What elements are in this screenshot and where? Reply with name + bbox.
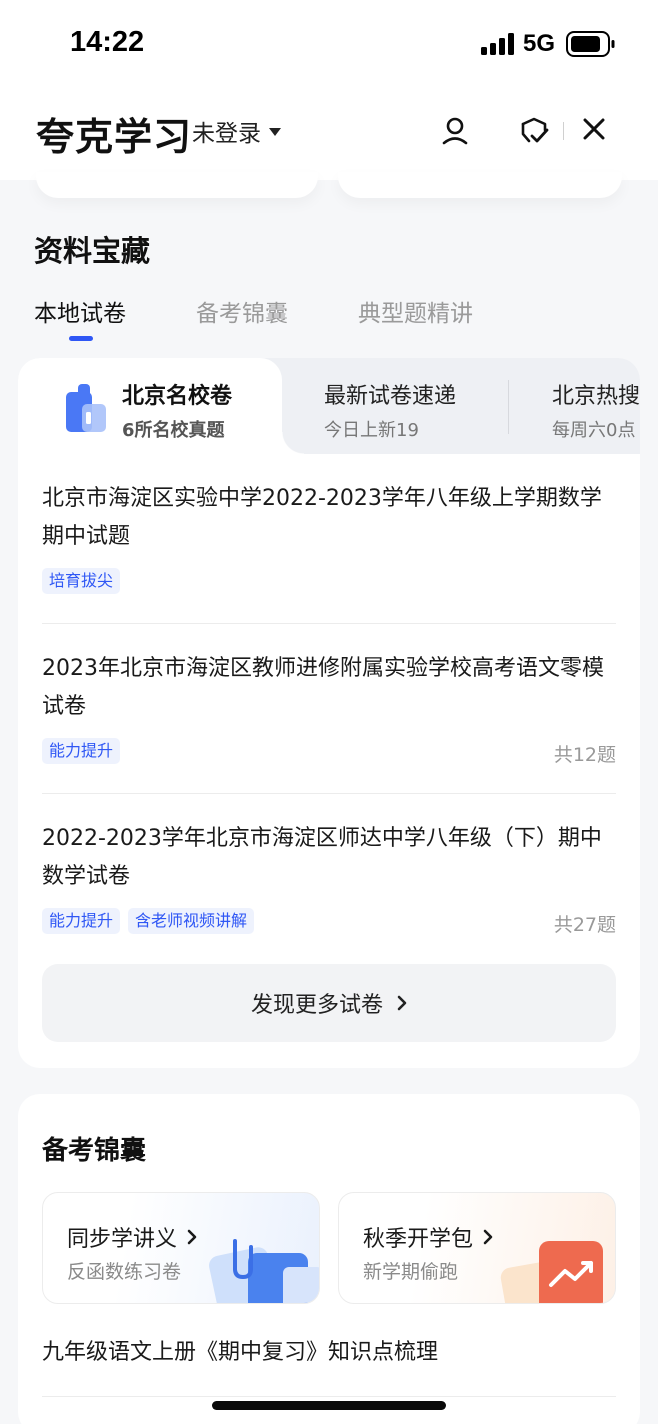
sub-tab-subtitle: 6所名校真题	[122, 420, 225, 441]
list-divider	[42, 623, 616, 624]
promo-subtitle: 反函数练习卷	[67, 1261, 182, 1283]
paper-tag: 含老师视频讲解	[128, 908, 255, 934]
paperclip-folder-icon	[209, 1239, 319, 1303]
status-bar: 14:22 5G	[0, 0, 658, 88]
paper-tag: 培育拔尖	[42, 568, 121, 594]
header-divider	[563, 122, 564, 140]
school-building-icon	[66, 384, 106, 432]
paper-tags: 培育拔尖	[42, 568, 616, 594]
active-tab-indicator	[69, 336, 93, 341]
sub-tab-beijing-hot[interactable]: 北京热搜 每周六0点	[528, 358, 640, 454]
tab-exam-prep[interactable]: 备考锦囊	[196, 294, 288, 328]
question-count: 共12题	[553, 744, 616, 766]
chevron-right-icon	[187, 1229, 197, 1245]
promo-title-text: 秋季开学包	[363, 1227, 474, 1252]
paper-title: 北京市海淀区实验中学2022-2023学年八年级上学期数学期中试题	[42, 486, 602, 549]
exam-prep-card: 备考锦囊 同步学讲义 反函数练习卷 秋季开学包 新学期偷跑 九年级语文上册《期中…	[18, 1094, 640, 1424]
question-count: 共27题	[553, 914, 616, 936]
promo-title-text: 同步学讲义	[67, 1227, 178, 1252]
promo-title: 秋季开学包	[363, 1221, 493, 1253]
list-divider	[42, 1396, 616, 1397]
promo-subtitle: 新学期偷跑	[363, 1261, 459, 1283]
chevron-right-icon	[483, 1229, 493, 1245]
tab-typical-questions[interactable]: 典型题精讲	[358, 294, 473, 328]
sub-tab-title: 北京名校卷	[122, 384, 233, 409]
sub-tab-subtitle: 今日上新19	[324, 420, 419, 441]
promo-sync-handouts[interactable]: 同步学讲义 反函数练习卷	[42, 1192, 320, 1304]
chevron-right-icon	[397, 995, 407, 1011]
peek-card-left	[36, 172, 318, 198]
home-indicator[interactable]	[212, 1401, 446, 1410]
status-time: 14:22	[70, 26, 145, 58]
login-status-label: 未登录	[192, 121, 261, 147]
trend-up-icon	[500, 1241, 603, 1303]
discover-more-label: 发现更多试卷	[250, 993, 383, 1018]
discover-more-button[interactable]: 发现更多试卷	[42, 964, 616, 1042]
cellular-signal-icon	[481, 33, 514, 55]
battery-icon	[566, 31, 615, 57]
sub-tab-beijing-schools[interactable]: 北京名校卷 6所名校真题	[18, 358, 304, 458]
peek-card-right	[338, 172, 622, 198]
paper-item[interactable]: 北京市海淀区实验中学2022-2023学年八年级上学期数学期中试题 培育拔尖	[42, 480, 616, 594]
paper-tag: 能力提升	[42, 908, 121, 934]
article-title[interactable]: 九年级语文上册《期中复习》知识点梳理	[42, 1334, 438, 1366]
sub-tab-title: 最新试卷速递	[324, 384, 457, 409]
user-icon[interactable]	[440, 116, 470, 146]
sub-tab-subtitle: 每周六0点	[552, 420, 636, 441]
paper-tags: 能力提升 含老师视频讲解	[42, 908, 616, 934]
promo-title: 同步学讲义	[67, 1221, 197, 1253]
paper-tag: 能力提升	[42, 738, 121, 764]
network-label: 5G	[523, 30, 556, 57]
tab-local-papers[interactable]: 本地试卷	[34, 294, 126, 328]
paper-item[interactable]: 2023年北京市海淀区教师进修附属实验学校高考语文零模试卷 能力提升 共12题	[42, 650, 616, 766]
app-title: 夸克学习	[36, 115, 193, 159]
list-divider	[42, 793, 616, 794]
sub-tab-title: 北京热搜	[552, 384, 640, 409]
sub-tab-separator	[508, 380, 509, 434]
app-header: 夸克学习 未登录	[0, 88, 658, 180]
paper-title: 2023年北京市海淀区教师进修附属实验学校高考语文零模试卷	[42, 656, 604, 719]
promo-autumn-pack[interactable]: 秋季开学包 新学期偷跑	[338, 1192, 616, 1304]
papers-card: 北京名校卷 6所名校真题 最新试卷速递 今日上新19 北京热搜 每周六0点 北京…	[18, 358, 640, 1068]
shield-check-icon[interactable]	[518, 116, 550, 146]
close-icon[interactable]	[581, 116, 607, 142]
paper-item[interactable]: 2022-2023学年北京市海淀区师达中学八年级（下）期中数学试卷 能力提升 含…	[42, 820, 616, 936]
sub-tab-latest-papers[interactable]: 最新试卷速递 今日上新19	[308, 358, 498, 454]
prep-card-title: 备考锦囊	[42, 1136, 147, 1166]
paper-tags: 能力提升	[42, 738, 616, 764]
section-title: 资料宝藏	[34, 234, 151, 268]
caret-down-icon	[269, 128, 281, 136]
login-dropdown[interactable]: 未登录	[192, 114, 281, 148]
paper-title: 2022-2023学年北京市海淀区师达中学八年级（下）期中数学试卷	[42, 826, 602, 889]
